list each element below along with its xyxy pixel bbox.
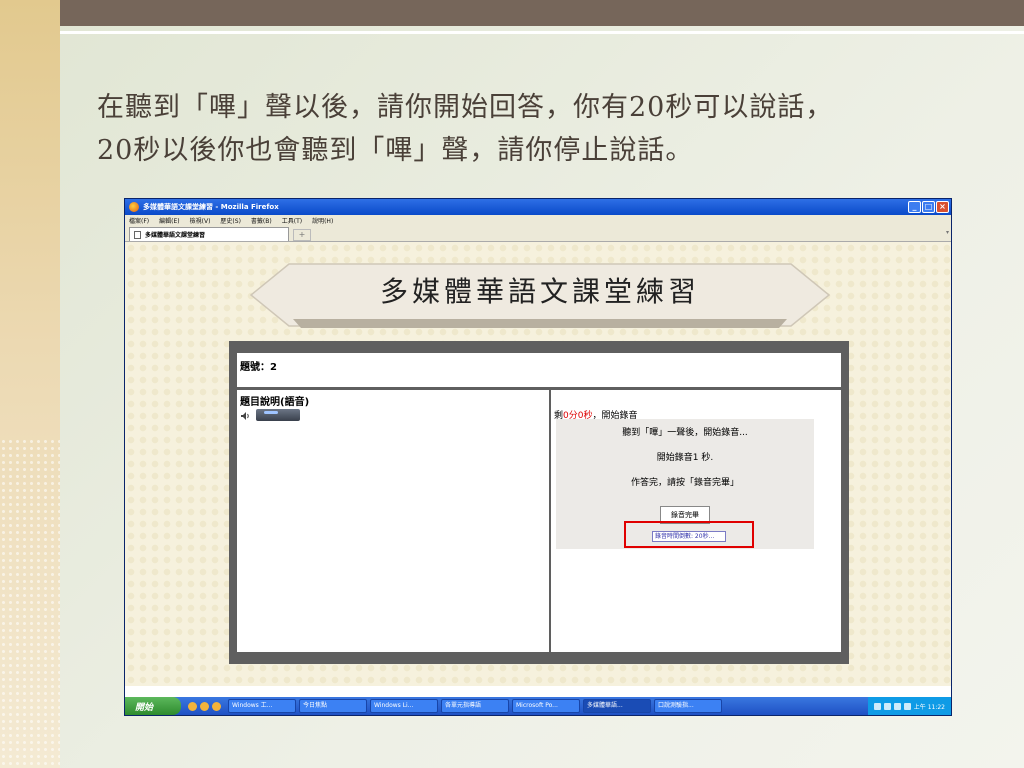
close-button[interactable]: × xyxy=(936,201,949,213)
menu-tools[interactable]: 工具(T) xyxy=(282,216,302,225)
slide-heading: 在聽到「嗶」聲以後，請你開始回答，你有20秒可以說話， 20秒以後你也會聽到「嗶… xyxy=(97,86,997,172)
recording-box: 剩0分0秒，開始錄音 聽到「嗶」一聲後，開始錄音... 開始錄音1 秒. 作答完… xyxy=(551,390,841,652)
tab-label: 多媒體華語文課堂練習 xyxy=(145,232,206,239)
window-titlebar[interactable]: 多媒體華語文課堂練習 - Mozilla Firefox _ □ × xyxy=(125,199,951,215)
menu-bar: 檔案(F) 編輯(E) 檢視(V) 歷史(S) 書籤(B) 工具(T) 說明(H… xyxy=(125,215,951,226)
instruction-1: 聽到「嗶」一聲後，開始錄音... xyxy=(622,428,748,438)
system-tray: 上午 11:22 xyxy=(867,697,951,715)
document-icon xyxy=(134,230,141,239)
ie-launch-icon[interactable] xyxy=(212,701,221,711)
exercise-panel: 題號：2 題目說明(語音) 剩0分0秒，開始錄音 聽到「嗶」一聲後，開始錄音..… xyxy=(229,341,849,664)
firefox-launch-icon[interactable] xyxy=(188,701,197,711)
question-number: 題號：2 xyxy=(237,353,841,387)
menu-help[interactable]: 說明(H) xyxy=(312,216,333,225)
taskbar: 開始 Windows 工... 今日焦點 Windows Li... 各單元指導… xyxy=(125,697,951,715)
tray-icon[interactable] xyxy=(893,702,901,710)
quick-launch xyxy=(184,701,225,711)
speaker-icon xyxy=(241,412,249,420)
highlight-box: 錄音時間倒數: 20秒... xyxy=(624,521,754,548)
banner-title: 多媒體華語文課堂練習 xyxy=(379,275,700,308)
recording-area: 聽到「嗶」一聲後，開始錄音... 開始錄音1 秒. 作答完，請按「錄音完畢」 錄… xyxy=(556,419,814,549)
new-tab-button[interactable]: + xyxy=(293,229,311,241)
browser-window: 多媒體華語文課堂練習 - Mozilla Firefox _ □ × 檔案(F)… xyxy=(124,198,952,716)
menu-view[interactable]: 檢視(V) xyxy=(190,216,211,225)
page-content: 多媒體華語文課堂練習 題號：2 題目說明(語音) 剩0分0秒，開始錄音 聽到「嗶… xyxy=(125,242,951,686)
question-description-box: 題目說明(語音) xyxy=(237,390,549,652)
minimize-button[interactable]: _ xyxy=(908,201,921,213)
menu-file[interactable]: 檔案(F) xyxy=(129,216,149,225)
tab-list-icon[interactable]: ▾ xyxy=(946,229,949,236)
tab-bar: 多媒體華語文課堂練習 + ▾ xyxy=(125,226,951,242)
heading-line-2: 20秒以後你也會聽到「嗶」聲，請你停止說話。 xyxy=(97,135,694,166)
record-time-field: 錄音時間倒數: 20秒... xyxy=(652,531,726,542)
taskbar-item[interactable]: Microsoft Po... xyxy=(512,699,580,713)
taskbar-item[interactable]: 各單元指導語 xyxy=(441,699,509,713)
menu-history[interactable]: 歷史(S) xyxy=(220,216,241,225)
menu-bookmarks[interactable]: 書籤(B) xyxy=(251,216,272,225)
description-label: 題目說明(語音) xyxy=(240,397,310,408)
instruction-2: 開始錄音1 秒. xyxy=(656,453,714,463)
taskbar-item[interactable]: 今日焦點 xyxy=(299,699,367,713)
clock: 上午 11:22 xyxy=(913,703,945,711)
tray-icon[interactable] xyxy=(903,702,911,710)
taskbar-item[interactable]: 口說測驗指... xyxy=(654,699,722,713)
menu-edit[interactable]: 編輯(E) xyxy=(159,216,179,225)
firefox-icon xyxy=(129,202,139,212)
window-title: 多媒體華語文課堂練習 - Mozilla Firefox xyxy=(143,203,279,211)
tray-icon[interactable] xyxy=(883,702,891,710)
maximize-button[interactable]: □ xyxy=(922,201,935,213)
left-decorative-strip xyxy=(0,0,60,768)
browser-launch-icon[interactable] xyxy=(200,701,209,711)
slide-top-rule xyxy=(60,31,1024,34)
slide-top-bar xyxy=(60,0,1024,26)
taskbar-item[interactable]: Windows 工... xyxy=(228,699,296,713)
heading-line-1: 在聽到「嗶」聲以後，請你開始回答，你有20秒可以說話， xyxy=(97,92,834,123)
taskbar-item[interactable]: Windows Li... xyxy=(370,699,438,713)
instruction-3: 作答完，請按「錄音完畢」 xyxy=(630,478,739,488)
tray-icon[interactable] xyxy=(873,702,881,710)
tab-current[interactable]: 多媒體華語文課堂練習 xyxy=(129,227,289,241)
taskbar-item-active[interactable]: 多媒體華語... xyxy=(583,699,651,713)
start-button[interactable]: 開始 xyxy=(125,697,181,715)
audio-player[interactable] xyxy=(256,408,301,421)
